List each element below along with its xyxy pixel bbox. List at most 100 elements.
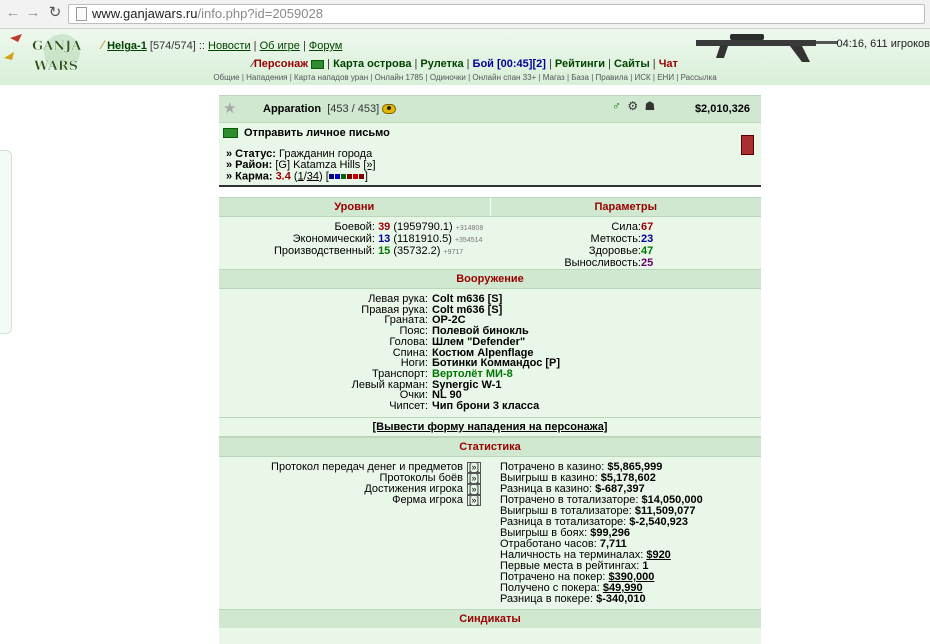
param-row-strength: Сила:67: [611, 221, 654, 233]
weapons-title: Вооружение: [219, 269, 761, 289]
stats-list: Потрачено в казино: $5,865,999 Выигрыш в …: [500, 462, 760, 605]
karma-segment: [352, 174, 358, 179]
send-message-label[interactable]: Отправить личное письмо: [244, 127, 390, 139]
protocols-list: Протокол передач денег и предметов [»] Про…: [219, 462, 481, 506]
menu-battle[interactable]: Бой [00:45][2]: [473, 58, 546, 70]
sub-menu[interactable]: Общие | Нападения | Карта нападов уран |…: [0, 73, 930, 82]
menu-roulette[interactable]: Рулетка: [420, 58, 463, 70]
weapon-row: Граната: OP-2C: [219, 314, 465, 327]
profile-info: Отправить личное письмо » Статус: Гражда…: [219, 123, 761, 185]
district-label: » Район:: [226, 159, 273, 171]
url-path: /info.php?id=2059028: [197, 6, 323, 21]
current-user-link[interactable]: Helga-1: [107, 40, 147, 52]
current-user-hp: [574/574]: [149, 40, 196, 52]
status-lines: » Статус: Гражданин города » Район: [G] …: [226, 148, 376, 183]
syndicates-title: Синдикаты: [219, 609, 761, 628]
male-icon: ♂: [612, 99, 621, 113]
main-menu: ⁄Персонаж | Карта острова | Рулетка | Бо…: [252, 58, 678, 70]
stat-value: $-340,010: [596, 593, 646, 605]
about-link[interactable]: Об игре: [260, 40, 300, 52]
clan-badge-icon[interactable]: [741, 135, 754, 155]
param-row-endurance: Выносливость:25: [564, 257, 654, 269]
karma-segment: [334, 174, 340, 179]
profile-content: ★ Apparation [453 / 453] ♂ ⚙ ☗ $2,010,32…: [219, 95, 761, 644]
stat-label: Разница в покере:: [500, 593, 594, 605]
forum-link[interactable]: Форум: [309, 40, 342, 52]
attack-form-link[interactable]: [Вывести форму нападения на персонажа]: [219, 417, 761, 437]
levels-title: Уровни: [219, 198, 491, 216]
levels-params-header: Уровни Параметры: [219, 197, 761, 217]
weapon-row: Чипсет: Чип брони 3 класса: [219, 401, 539, 412]
profile-money: $2,010,326: [694, 103, 750, 115]
protocol-open-button[interactable]: [»]: [466, 484, 481, 495]
user-nav: ⁄ Helga-1 [574/574] :: Новости | Об игре…: [102, 38, 343, 52]
eye-icon[interactable]: [382, 104, 397, 115]
karma-minus-link[interactable]: 34: [307, 170, 319, 182]
weapons-list: Левая рука: Colt m636 [S] Правая рука: Colt…: [219, 289, 761, 417]
bullet-icon: ⁄: [102, 38, 105, 52]
karma-value: 3.4: [275, 170, 291, 183]
status-icons: ♂ ⚙ ☗: [612, 99, 658, 113]
stats-title: Статистика: [219, 437, 761, 457]
attack-form-label[interactable]: [Вывести форму нападения на персонажа]: [373, 421, 608, 433]
protocol-open-button[interactable]: [»]: [466, 462, 481, 473]
karma-segment: [340, 174, 346, 179]
stat-value[interactable]: $920: [646, 549, 670, 561]
level-row-production: Производственный: 15 (35732.2) +9717: [274, 245, 464, 257]
params-title: Параметры: [594, 201, 657, 213]
weapon-slot-label: Спина:: [392, 346, 428, 359]
news-link[interactable]: Новости: [208, 40, 251, 52]
menu-chat[interactable]: Чат: [659, 58, 678, 70]
envelope-icon: [223, 128, 238, 139]
menu-map[interactable]: Карта острова: [333, 58, 411, 70]
karma-segment: [346, 174, 352, 179]
karma-segment: [358, 174, 364, 179]
menu-personazh[interactable]: Персонаж: [254, 58, 308, 70]
soldier-icon: ☗: [644, 99, 656, 113]
district-value[interactable]: [G] Katamza Hills: [275, 159, 360, 171]
browser-toolbar: ← → ↻ www.ganjawars.ru/info.php?id=20590…: [0, 0, 930, 29]
stat-row: Разница в покере: $-340,010: [500, 594, 760, 605]
server-clock: 04:16, 611 игроков: [836, 38, 930, 50]
star-icon: ★: [223, 100, 237, 117]
forward-arrow-icon[interactable]: →: [24, 4, 42, 22]
envelope-icon[interactable]: [311, 59, 325, 69]
syndicates-body: [219, 628, 761, 644]
profile-hp: [453 / 453]: [327, 103, 380, 115]
weapon-slot-label: Граната:: [384, 314, 428, 327]
weapon-slot-label: Чипсет:: [389, 400, 428, 412]
url-domain: www.ganjawars.ru: [92, 6, 198, 21]
protocol-row: Ферма игрока [»]: [219, 495, 481, 506]
weapon-item-link[interactable]: Чип брони 3 класса: [432, 400, 539, 412]
levels-list: Боевой: 39 (1959790.1) +314808 Экономиче…: [219, 221, 489, 257]
protocol-open-button[interactable]: [»]: [466, 473, 481, 484]
protocol-label: Ферма игрока: [392, 494, 463, 506]
menu-ratings[interactable]: Рейтинги: [555, 58, 605, 70]
send-message-link[interactable]: Отправить личное письмо: [223, 127, 390, 139]
karma-label: » Карма:: [226, 170, 273, 183]
menu-sites[interactable]: Сайты: [614, 58, 650, 70]
side-panel[interactable]: [0, 150, 12, 334]
weapon-slot-label: Левый карман:: [351, 378, 428, 391]
stats-body: Протокол передач денег и предметов [»] Про…: [219, 457, 761, 609]
profile-name-text[interactable]: Apparation: [263, 103, 321, 115]
gear-icon: ⚙: [627, 99, 639, 113]
nav-separator: ::: [198, 40, 205, 52]
profile-name[interactable]: Apparation [453 / 453]: [263, 103, 397, 115]
logo-text-ganja: GANJA: [32, 39, 82, 54]
address-bar[interactable]: www.ganjawars.ru/info.php?id=2059028: [68, 4, 925, 24]
karma-bar: [328, 171, 365, 182]
level-row-economic: Экономический: 13 (1181910.5) +354514: [292, 233, 483, 245]
back-arrow-icon[interactable]: ←: [4, 4, 22, 22]
level-row-combat: Боевой: 39 (1959790.1) +314808: [334, 221, 484, 233]
district-link[interactable]: [»]: [363, 159, 375, 171]
karma-segment: [328, 174, 334, 179]
protocol-open-button[interactable]: [»]: [466, 495, 481, 506]
stat-value: $-2,540,923: [629, 516, 689, 528]
reload-icon[interactable]: ↻: [46, 4, 64, 22]
page-icon: [76, 7, 87, 21]
profile-header: ★ Apparation [453 / 453] ♂ ⚙ ☗ $2,010,32…: [219, 95, 761, 123]
param-row-accuracy: Меткость:23: [590, 233, 654, 245]
levels-params-body: Боевой: 39 (1959790.1) +314808 Экономиче…: [219, 217, 761, 269]
param-row-health: Здоровье:47: [588, 245, 654, 257]
